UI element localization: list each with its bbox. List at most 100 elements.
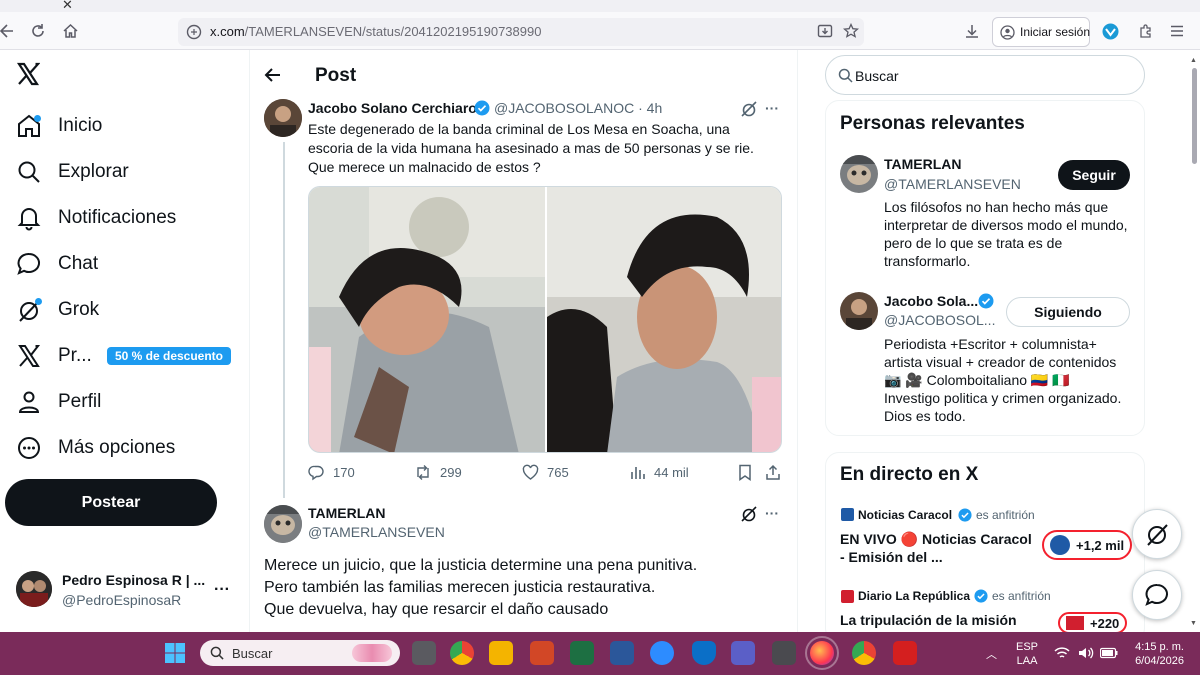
sidebar-item-chat[interactable]: Chat: [16, 246, 246, 282]
verified-badge-icon: [974, 589, 988, 603]
repost-count: 299: [440, 465, 462, 480]
site-permissions-icon[interactable]: [186, 24, 202, 40]
system-clock[interactable]: 4:15 p. m. 6/04/2026: [1128, 640, 1184, 668]
calculator-icon[interactable]: [772, 641, 796, 665]
sidebar-item-notificaciones[interactable]: Notificaciones: [16, 200, 246, 236]
tweet-author-avatar[interactable]: [264, 99, 302, 137]
sidebar-item-mas-opciones[interactable]: Más opciones: [16, 430, 246, 466]
follow-button[interactable]: Seguir: [1058, 160, 1130, 190]
person-avatar[interactable]: [840, 155, 878, 193]
account-more-icon[interactable]: ···: [214, 581, 230, 599]
tweet-photo-left[interactable]: [309, 187, 545, 452]
live-title[interactable]: EN VIVO 🔴 Noticias Caracol - Emisión del…: [840, 530, 1040, 566]
reader-view-icon[interactable]: [817, 23, 833, 39]
menu-hamburger-icon[interactable]: [1170, 24, 1184, 38]
battery-icon[interactable]: [1100, 647, 1118, 659]
grok-explain-icon[interactable]: [740, 100, 758, 118]
back-arrow-icon[interactable]: [264, 66, 282, 84]
scrollbar-thumb[interactable]: [1192, 68, 1197, 164]
person-name[interactable]: Jacobo Sola...: [884, 293, 978, 309]
repost-icon: [417, 465, 429, 480]
reply-author-name[interactable]: TAMERLAN: [308, 505, 386, 521]
chat-fab-button[interactable]: [1132, 570, 1182, 620]
larepublica-logo-icon: [1066, 616, 1084, 630]
reply-more-icon[interactable]: ···: [765, 505, 779, 521]
like-action[interactable]: 765: [522, 464, 569, 481]
post-button[interactable]: Postear: [5, 479, 217, 526]
wifi-icon[interactable]: [1054, 646, 1070, 660]
sidebar-item-explorar[interactable]: Explorar: [16, 154, 246, 190]
search-icon: [16, 159, 42, 185]
tray-chevron-icon[interactable]: ︿: [986, 646, 997, 662]
firefox-icon[interactable]: [805, 636, 839, 670]
person-name[interactable]: TAMERLAN: [884, 156, 962, 172]
tweet-photo-right[interactable]: [547, 187, 781, 452]
x-logo-icon[interactable]: [16, 62, 40, 86]
bookmark-icon[interactable]: [737, 464, 753, 481]
input-language[interactable]: ESP LAA: [1016, 640, 1038, 668]
person-bio: Periodista +Escritor + columnista+ artis…: [884, 335, 1129, 425]
windows-start-icon[interactable]: [164, 642, 186, 664]
column-divider: [249, 50, 250, 632]
zoom-icon[interactable]: [650, 641, 674, 665]
teams-icon[interactable]: [731, 641, 755, 665]
bio-line: 📷 🎥 Colomboitaliano 🇨🇴 🇮🇹: [884, 372, 1070, 388]
grok-icon: [16, 297, 42, 323]
acrobat-icon[interactable]: [893, 641, 917, 665]
verified-badge-icon: [958, 508, 972, 522]
reply-action[interactable]: 170: [308, 464, 355, 481]
excel-icon[interactable]: [570, 641, 594, 665]
home-icon[interactable]: [62, 23, 79, 39]
tweet-media[interactable]: [308, 186, 782, 453]
extensions-icon[interactable]: [1138, 23, 1154, 39]
person-icon: [16, 389, 42, 415]
column-divider: [797, 50, 798, 632]
following-button[interactable]: Siguiendo: [1006, 297, 1130, 327]
chrome-icon[interactable]: [852, 641, 876, 665]
downloads-icon[interactable]: [964, 23, 980, 39]
scroll-up-icon[interactable]: ▲: [1190, 57, 1197, 64]
live-source-name[interactable]: Noticias Caracol: [858, 508, 952, 522]
volume-icon[interactable]: [1078, 646, 1094, 660]
live-source-name[interactable]: Diario La República: [858, 589, 970, 603]
repost-action[interactable]: 299: [414, 464, 462, 481]
grok-fab-button[interactable]: [1132, 509, 1182, 559]
bookmark-star-icon[interactable]: [843, 23, 859, 39]
grok-explain-icon[interactable]: [740, 505, 758, 523]
reply-author-avatar[interactable]: [264, 505, 302, 543]
chrome-icon[interactable]: [450, 641, 474, 665]
tweet-author-name[interactable]: Jacobo Solano Cerchiaro: [308, 100, 477, 116]
views-action[interactable]: 44 mil: [630, 464, 689, 481]
powerpoint-icon[interactable]: [530, 641, 554, 665]
listeners-badge[interactable]: +220: [1058, 612, 1128, 634]
defender-icon[interactable]: [692, 641, 716, 665]
account-avatar[interactable]: [16, 571, 52, 607]
live-title[interactable]: La tripulación de la misión: [840, 611, 1040, 629]
listeners-badge[interactable]: +1,2 mil: [1042, 530, 1133, 560]
scroll-down-icon[interactable]: ▼: [1190, 620, 1197, 627]
tab-close-icon[interactable]: ✕: [62, 0, 78, 12]
account-name: Pedro Espinosa R | ...: [62, 572, 206, 588]
reload-icon[interactable]: [30, 23, 46, 39]
file-explorer-icon[interactable]: [489, 641, 513, 665]
sidebar-item-label: Perfil: [58, 391, 102, 412]
clock-date: 6/04/2026: [1135, 655, 1184, 667]
reply-text-line: Pero también las familias merecen justic…: [264, 579, 656, 596]
reply-count: 170: [333, 465, 355, 480]
sidebar-item-inicio[interactable]: Inicio: [16, 108, 246, 144]
sidebar-item-grok[interactable]: Grok: [16, 292, 246, 328]
reply-icon: [308, 465, 324, 481]
task-view-icon[interactable]: [412, 641, 436, 665]
word-icon[interactable]: [610, 641, 634, 665]
vpn-extension-icon[interactable]: [1102, 23, 1119, 40]
caracol-logo-icon: [841, 508, 854, 521]
tweet-more-icon[interactable]: ···: [765, 100, 779, 116]
back-nav-icon[interactable]: [0, 24, 14, 38]
share-icon[interactable]: [765, 464, 781, 481]
person-avatar[interactable]: [840, 292, 878, 330]
search-icon: [210, 646, 224, 660]
sidebar-item-perfil[interactable]: Perfil: [16, 384, 246, 420]
discount-badge[interactable]: 50 % de descuento: [107, 347, 231, 365]
person-bio: Los filósofos no han hecho más que inter…: [884, 199, 1128, 269]
bell-icon: [16, 205, 42, 231]
